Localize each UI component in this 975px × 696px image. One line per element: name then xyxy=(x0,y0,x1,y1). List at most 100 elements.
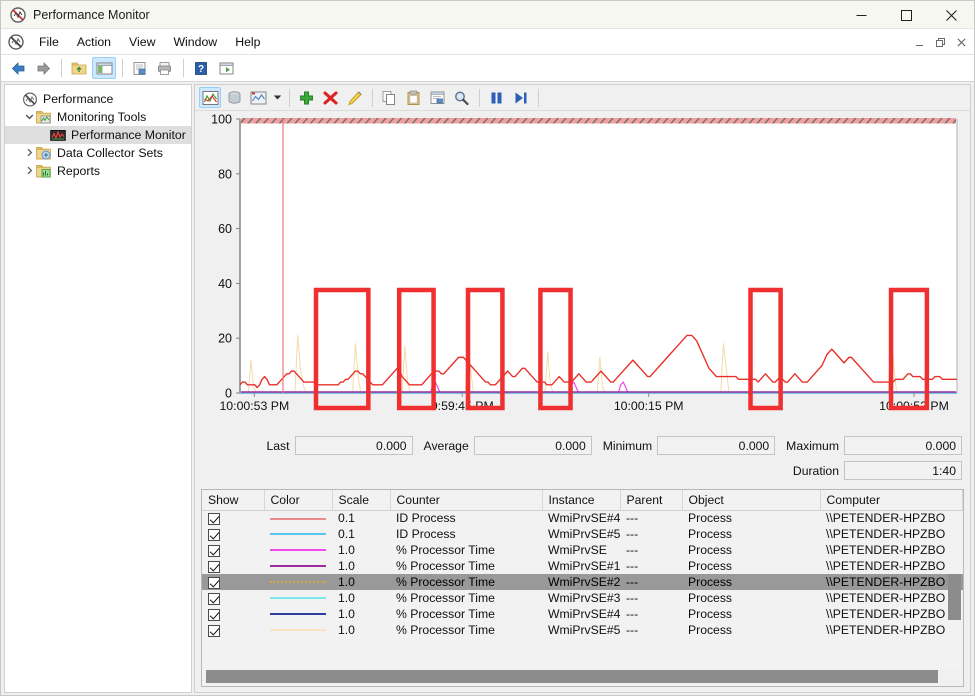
chevron-down-icon[interactable] xyxy=(271,94,284,101)
help-button[interactable]: ? xyxy=(189,57,213,79)
legend-scale-cell: 1.0 xyxy=(332,558,390,574)
menu-window[interactable]: Window xyxy=(164,32,226,52)
zoom-button[interactable] xyxy=(450,87,472,108)
mdi-minimize-button[interactable] xyxy=(909,32,930,52)
legend-object-cell: Process xyxy=(682,606,820,622)
menu-help[interactable]: Help xyxy=(226,32,269,52)
legend-color-cell xyxy=(264,622,332,638)
show-checkbox[interactable] xyxy=(208,561,220,573)
view-current-activity-button[interactable] xyxy=(199,87,221,108)
legend-computer-cell: \\PETENDER-HPZBO xyxy=(820,574,963,590)
perfmon-chart[interactable]: 02040608010010:00:53 PM9:59:45 PM10:00:1… xyxy=(195,111,970,431)
show-hide-console-tree-button[interactable] xyxy=(92,57,116,79)
legend-show-cell xyxy=(202,558,264,574)
table-row[interactable]: 1.0% Processor TimeWmiPrvSE#3---Process\… xyxy=(202,590,963,606)
table-row[interactable]: 0.1ID ProcessWmiPrvSE#5---Process\\PETEN… xyxy=(202,526,963,542)
change-graph-type-button[interactable] xyxy=(247,87,269,108)
counter-color-swatch xyxy=(270,533,326,535)
table-row[interactable]: 1.0% Processor TimeWmiPrvSE---Process\\P… xyxy=(202,542,963,558)
legend-scale-cell: 0.1 xyxy=(332,510,390,526)
minimum-label: Minimum xyxy=(603,439,652,453)
column-header-color[interactable]: Color xyxy=(264,490,332,510)
statistics-row-1: Last 0.000 Average 0.000 Minimum 0.000 M… xyxy=(203,435,962,456)
tree-twisty-expanded[interactable] xyxy=(22,112,36,123)
minimum-value[interactable]: 0.000 xyxy=(657,436,775,455)
legend-instance-cell: WmiPrvSE#1 xyxy=(542,558,620,574)
window-maximize-button[interactable] xyxy=(884,1,929,29)
menu-action[interactable]: Action xyxy=(68,32,120,52)
average-value[interactable]: 0.000 xyxy=(474,436,592,455)
properties-sheet-button[interactable] xyxy=(426,87,448,108)
column-header-parent[interactable]: Parent xyxy=(620,490,682,510)
average-label: Average xyxy=(424,439,469,453)
update-data-button[interactable] xyxy=(509,87,531,108)
legend-vertical-scroll-thumb[interactable] xyxy=(948,574,961,620)
mdi-close-button[interactable] xyxy=(951,32,972,52)
perfmon-chart-svg[interactable]: 02040608010010:00:53 PM9:59:45 PM10:00:1… xyxy=(195,111,965,429)
menu-file[interactable]: File xyxy=(30,32,68,52)
legend-color-cell xyxy=(264,510,332,526)
show-checkbox[interactable] xyxy=(208,545,220,557)
legend-vertical-scrollbar[interactable] xyxy=(948,511,961,668)
add-counter-button[interactable] xyxy=(295,87,317,108)
legend-horizontal-scrollbar[interactable] xyxy=(205,670,960,683)
tree-item-reports[interactable]: Reports xyxy=(5,162,191,180)
maximum-value[interactable]: 0.000 xyxy=(844,436,962,455)
show-checkbox[interactable] xyxy=(208,513,220,525)
clipped-data-marker xyxy=(241,118,956,124)
duration-value[interactable]: 1:40 xyxy=(844,461,962,480)
back-button[interactable] xyxy=(6,57,30,79)
tree-item-monitoring-tools[interactable]: Monitoring Tools xyxy=(5,108,191,126)
window-close-button[interactable] xyxy=(929,1,974,29)
legend-parent-cell: --- xyxy=(620,606,682,622)
table-row[interactable]: 1.0% Processor TimeWmiPrvSE#2---Process\… xyxy=(202,574,963,590)
table-row[interactable]: 1.0% Processor TimeWmiPrvSE#1---Process\… xyxy=(202,558,963,574)
column-header-computer[interactable]: Computer xyxy=(820,490,963,510)
legend-show-cell xyxy=(202,622,264,638)
paste-counter-list-button[interactable] xyxy=(402,87,424,108)
table-row[interactable]: 0.1ID ProcessWmiPrvSE#4---Process\\PETEN… xyxy=(202,510,963,526)
last-value[interactable]: 0.000 xyxy=(295,436,413,455)
copy-properties-button[interactable] xyxy=(378,87,400,108)
counter-legend[interactable]: Show Color Scale Counter Instance Parent… xyxy=(201,489,964,687)
table-row[interactable]: 1.0% Processor TimeWmiPrvSE#4---Process\… xyxy=(202,606,963,622)
legend-scale-cell: 1.0 xyxy=(332,622,390,638)
tree-twisty-collapsed[interactable] xyxy=(22,148,36,159)
table-row[interactable]: 1.0% Processor TimeWmiPrvSE#5---Process\… xyxy=(202,622,963,638)
freeze-display-button[interactable] xyxy=(485,87,507,108)
sidebar-item-performance-monitor[interactable]: Performance Monitor xyxy=(5,126,191,144)
y-axis-tick-label: 40 xyxy=(218,277,232,291)
show-checkbox[interactable] xyxy=(208,577,220,589)
folder-reports-icon xyxy=(36,164,52,179)
toolbar-separator xyxy=(538,89,539,107)
column-header-object[interactable]: Object xyxy=(682,490,820,510)
legend-show-cell xyxy=(202,574,264,590)
tree-item-data-collector-sets[interactable]: Data Collector Sets xyxy=(5,144,191,162)
show-checkbox[interactable] xyxy=(208,529,220,541)
print-button[interactable] xyxy=(153,57,177,79)
column-header-instance[interactable]: Instance xyxy=(542,490,620,510)
show-checkbox[interactable] xyxy=(208,609,220,621)
delete-counter-button[interactable] xyxy=(319,87,341,108)
legend-show-cell xyxy=(202,542,264,558)
forward-button[interactable] xyxy=(31,57,55,79)
legend-instance-cell: WmiPrvSE#4 xyxy=(542,606,620,622)
window-minimize-button[interactable] xyxy=(839,1,884,29)
view-log-data-button[interactable] xyxy=(223,87,245,108)
new-window-button[interactable] xyxy=(214,57,238,79)
properties-button[interactable] xyxy=(128,57,152,79)
legend-counter-cell: % Processor Time xyxy=(390,574,542,590)
column-header-counter[interactable]: Counter xyxy=(390,490,542,510)
legend-horizontal-scroll-thumb[interactable] xyxy=(206,670,938,683)
tree-twisty-collapsed[interactable] xyxy=(22,166,36,177)
highlight-button[interactable] xyxy=(343,87,365,108)
show-checkbox[interactable] xyxy=(208,593,220,605)
column-header-show[interactable]: Show xyxy=(202,490,264,510)
menu-view[interactable]: View xyxy=(120,32,164,52)
mdi-restore-button[interactable] xyxy=(930,32,951,52)
column-header-scale[interactable]: Scale xyxy=(332,490,390,510)
up-one-level-button[interactable] xyxy=(67,57,91,79)
tree-item-performance[interactable]: Performance xyxy=(5,90,191,108)
legend-computer-cell: \\PETENDER-HPZBO xyxy=(820,542,963,558)
show-checkbox[interactable] xyxy=(208,625,220,637)
